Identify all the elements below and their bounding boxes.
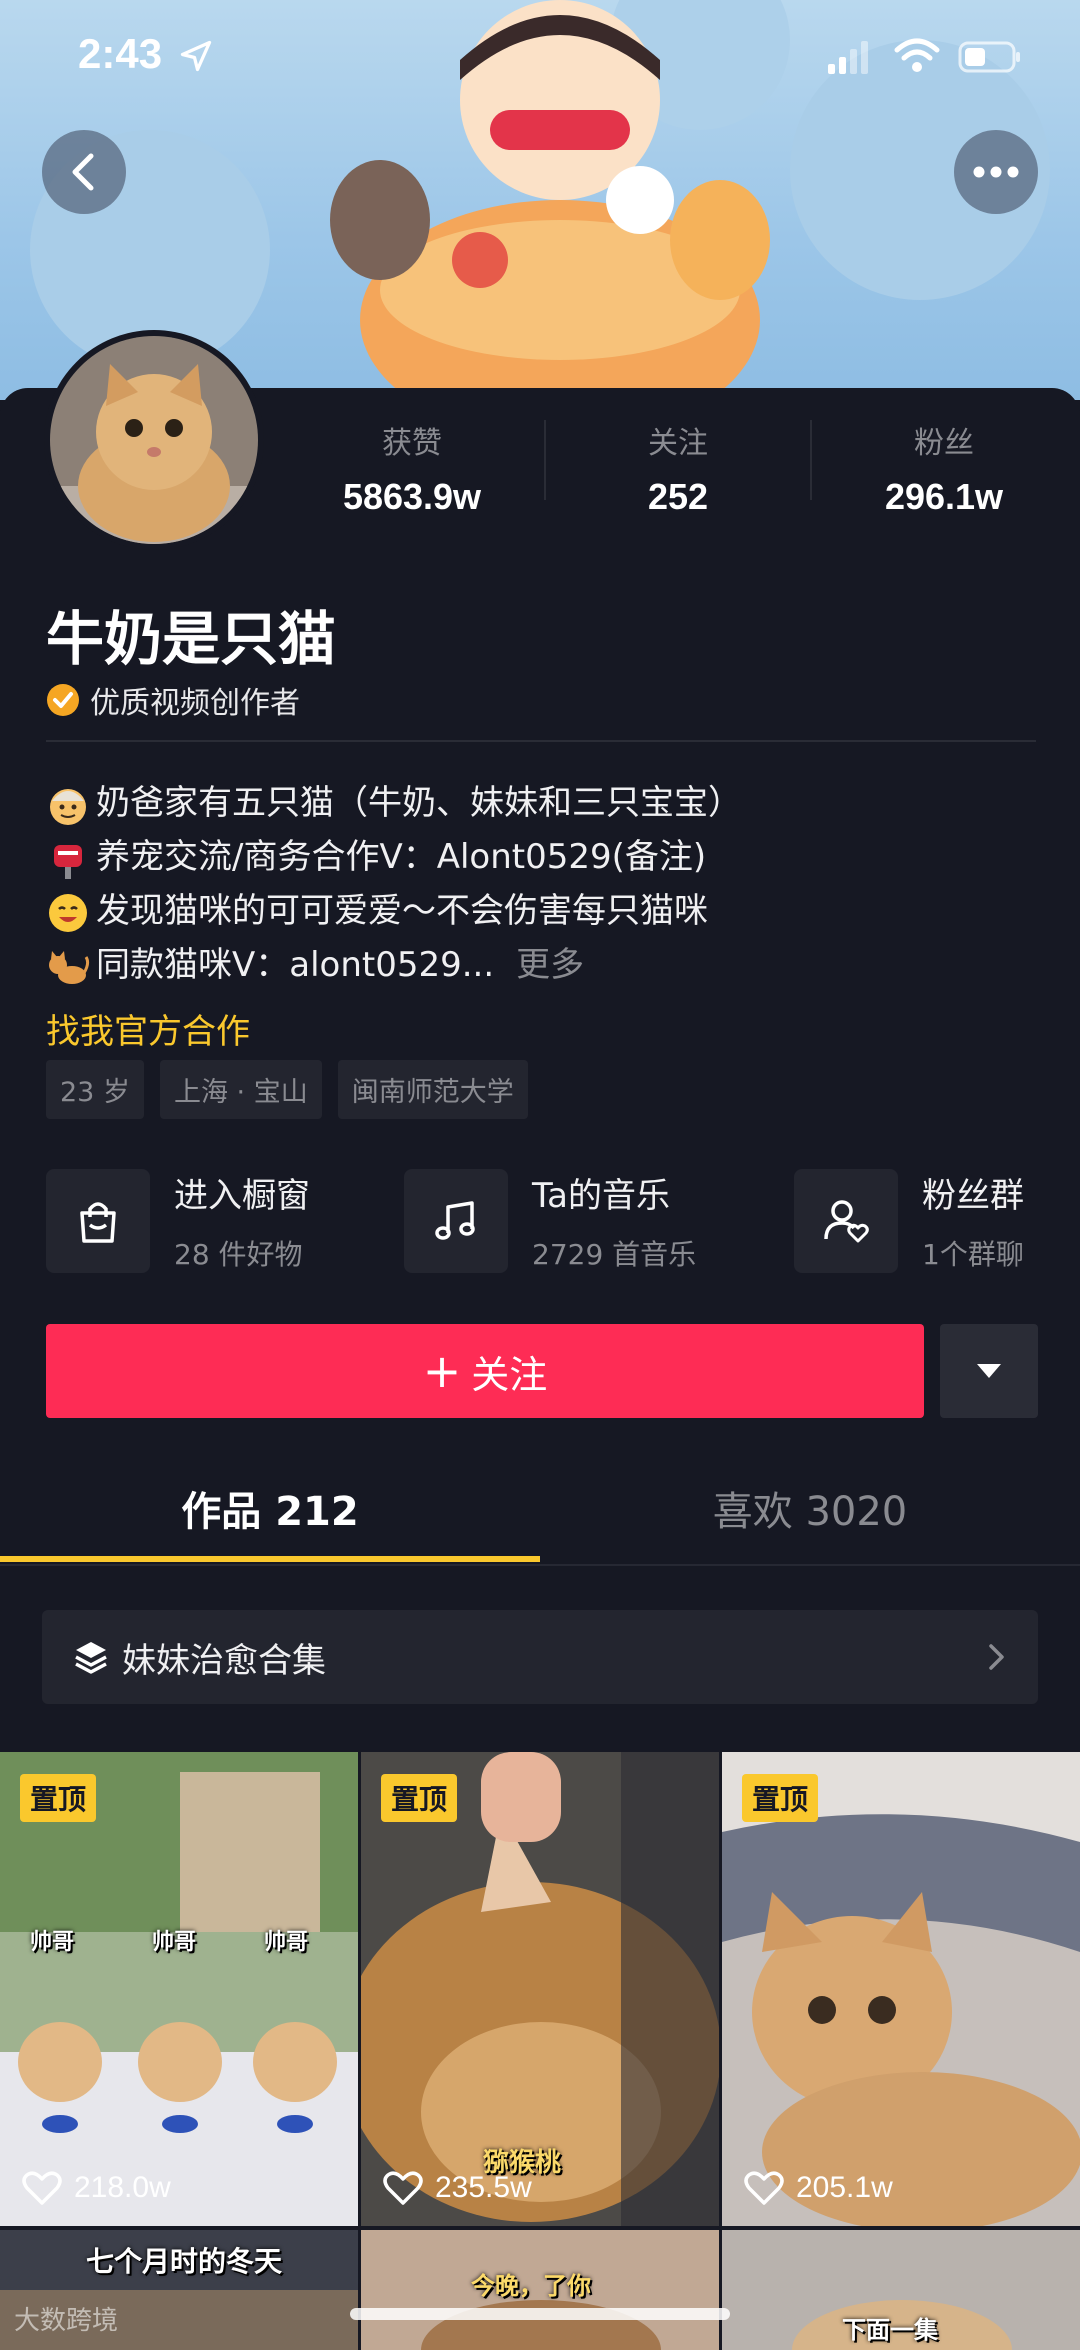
bio-text: 养宠交流/商务合作V：Alont0529(备注)	[96, 837, 707, 877]
more-dots-icon	[973, 166, 1019, 178]
stat-divider	[544, 420, 546, 500]
video-grid: 帅哥 帅哥 帅哥 置顶 218.0w 猕猴桃 置顶 235.5w 置顶 205.…	[0, 1752, 1080, 2350]
status-time: 2:43	[78, 30, 163, 77]
smiling-face-emoji	[49, 893, 87, 932]
wifi-icon	[894, 38, 940, 72]
triangle-down-icon	[977, 1364, 1001, 1378]
cat-on-bed-image	[722, 1752, 1080, 2226]
cellular-signal-icon	[828, 41, 868, 74]
feature-music[interactable]: Ta的音乐 2729 首音乐	[404, 1168, 696, 1273]
three-kittens-image	[0, 1752, 358, 2226]
cat-avatar-image	[50, 336, 258, 544]
official-cooperation-link[interactable]: 找我官方合作	[46, 1004, 250, 1053]
music-note-icon	[435, 1200, 475, 1240]
video-thumbnail[interactable]: 今晚，了你	[361, 2230, 719, 2350]
back-button[interactable]	[42, 130, 126, 214]
stat-following-label: 关注	[648, 426, 708, 461]
verify-label: 优质视频创作者	[90, 686, 300, 721]
follow-button[interactable]: + 关注	[46, 1324, 924, 1418]
shopping-bag-icon	[80, 1201, 116, 1243]
collection-label: 妹妹治愈合集	[122, 1640, 326, 1681]
tab-likes[interactable]: 喜欢 3020	[540, 1470, 1080, 1554]
heart-icon	[383, 2171, 423, 2205]
video-caption: 今晚，了你	[471, 2272, 591, 2300]
feature-subtitle: 1个群聊	[922, 1238, 1024, 1271]
stat-following-value: 252	[647, 476, 709, 517]
home-indicator[interactable]	[350, 2308, 730, 2320]
video-thumbnail[interactable]: 猕猴桃 置顶 235.5w	[361, 1752, 719, 2226]
stat-followers[interactable]: 粉丝 296.1w	[824, 418, 1064, 518]
stat-followers-value: 296.1w	[884, 476, 1004, 517]
bio-more-link[interactable]: 更多	[516, 945, 584, 985]
status-bar: 2:43	[0, 0, 1080, 120]
tab-works[interactable]: 作品 212	[0, 1470, 540, 1554]
location-tag: 上海 · 宝山	[159, 1060, 322, 1119]
postbox-emoji	[54, 844, 82, 879]
feature-title: 进入橱窗	[174, 1176, 310, 1216]
pinned-badge: 置顶	[742, 1774, 819, 1822]
chevron-left-icon	[72, 153, 94, 191]
video-caption: 下面一集	[842, 2316, 938, 2344]
content-tabs: 作品 212 喜欢 3020	[0, 1470, 1080, 1566]
old-man-emoji	[50, 788, 86, 825]
bio-line: 发现猫咪的可可爱爱～不会伤害每只猫咪	[46, 884, 1046, 938]
bio-text: 发现猫咪的可可爱爱～不会伤害每只猫咪	[96, 891, 708, 931]
location-arrow-icon	[180, 40, 212, 72]
fan-group-icon	[824, 1199, 869, 1242]
bio-text: 奶爸家有五只猫（牛奶、妹妹和三只宝宝）	[96, 783, 742, 823]
cat-emoji	[49, 950, 90, 984]
feature-showcase[interactable]: 进入橱窗 28 件好物	[46, 1168, 310, 1273]
video-thumbnail[interactable]: 下面一集	[722, 2230, 1080, 2350]
chevron-right-icon	[989, 1644, 1004, 1670]
video-thumbnail[interactable]: 帅哥 帅哥 帅哥 置顶 218.0w	[0, 1752, 358, 2226]
avatar[interactable]	[44, 330, 264, 550]
video-caption: 帅哥	[152, 1930, 197, 1955]
video-likes: 218.0w	[22, 2170, 171, 2206]
more-options-button[interactable]	[954, 130, 1038, 214]
feature-title: Ta的音乐	[532, 1176, 670, 1216]
profile-nickname: 牛奶是只猫	[46, 605, 337, 673]
bio-text: 同款猫咪V：alont0529...	[96, 945, 495, 985]
stat-likes: 获赞 5863.9w	[292, 418, 532, 518]
likes-count: 218.0w	[74, 2171, 171, 2204]
collection-entry[interactable]: 妹妹治愈合集	[42, 1610, 1038, 1704]
likes-count: 235.5w	[435, 2171, 532, 2204]
stat-following[interactable]: 关注 252	[558, 418, 798, 518]
feature-subtitle: 2729 首音乐	[532, 1238, 697, 1271]
bio-line: 养宠交流/商务合作V：Alont0529(备注)	[46, 830, 1046, 884]
video-likes: 235.5w	[383, 2170, 532, 2206]
active-tab-indicator	[0, 1556, 540, 1562]
video-caption: 七个月时的冬天	[86, 2245, 283, 2278]
video-caption: 帅哥	[30, 1930, 75, 1955]
school-tag: 闽南师范大学	[337, 1060, 528, 1119]
recommend-dropdown-button[interactable]	[940, 1324, 1038, 1418]
feature-subtitle: 28 件好物	[174, 1238, 303, 1271]
bio-line: 奶爸家有五只猫（牛奶、妹妹和三只宝宝）	[46, 776, 1046, 830]
heart-icon	[22, 2171, 62, 2205]
video-caption: 帅哥	[264, 1930, 309, 1955]
video-thumbnail[interactable]: 置顶 205.1w	[722, 1752, 1080, 2226]
creator-verification[interactable]: 优质视频创作者	[46, 678, 300, 722]
verified-check-icon	[47, 684, 79, 716]
section-divider	[46, 740, 1036, 742]
pinned-badge: 置顶	[381, 1774, 458, 1822]
stat-followers-label: 粉丝	[914, 426, 974, 461]
watermark: 大数跨境	[14, 2306, 119, 2336]
bio-line: 同款猫咪V：alont0529... 更多	[46, 938, 1046, 992]
stat-likes-value: 5863.9w	[342, 476, 482, 517]
feature-fan-group[interactable]: 粉丝群 1个群聊	[794, 1168, 1024, 1273]
pinned-badge: 置顶	[20, 1774, 97, 1822]
stat-likes-label: 获赞	[382, 426, 442, 461]
plus-icon: +	[422, 1344, 462, 1398]
age-tag: 23 岁	[46, 1060, 144, 1119]
stat-divider	[810, 420, 812, 500]
follow-label: 关注	[471, 1352, 548, 1397]
heart-icon	[744, 2171, 784, 2205]
video-likes: 205.1w	[744, 2170, 893, 2206]
likes-count: 205.1w	[796, 2171, 893, 2204]
battery-icon	[958, 41, 1020, 73]
feature-title: 粉丝群	[922, 1176, 1024, 1216]
profile-tags: 23 岁 上海 · 宝山 闽南师范大学	[46, 1060, 544, 1119]
layers-icon	[75, 1642, 107, 1674]
